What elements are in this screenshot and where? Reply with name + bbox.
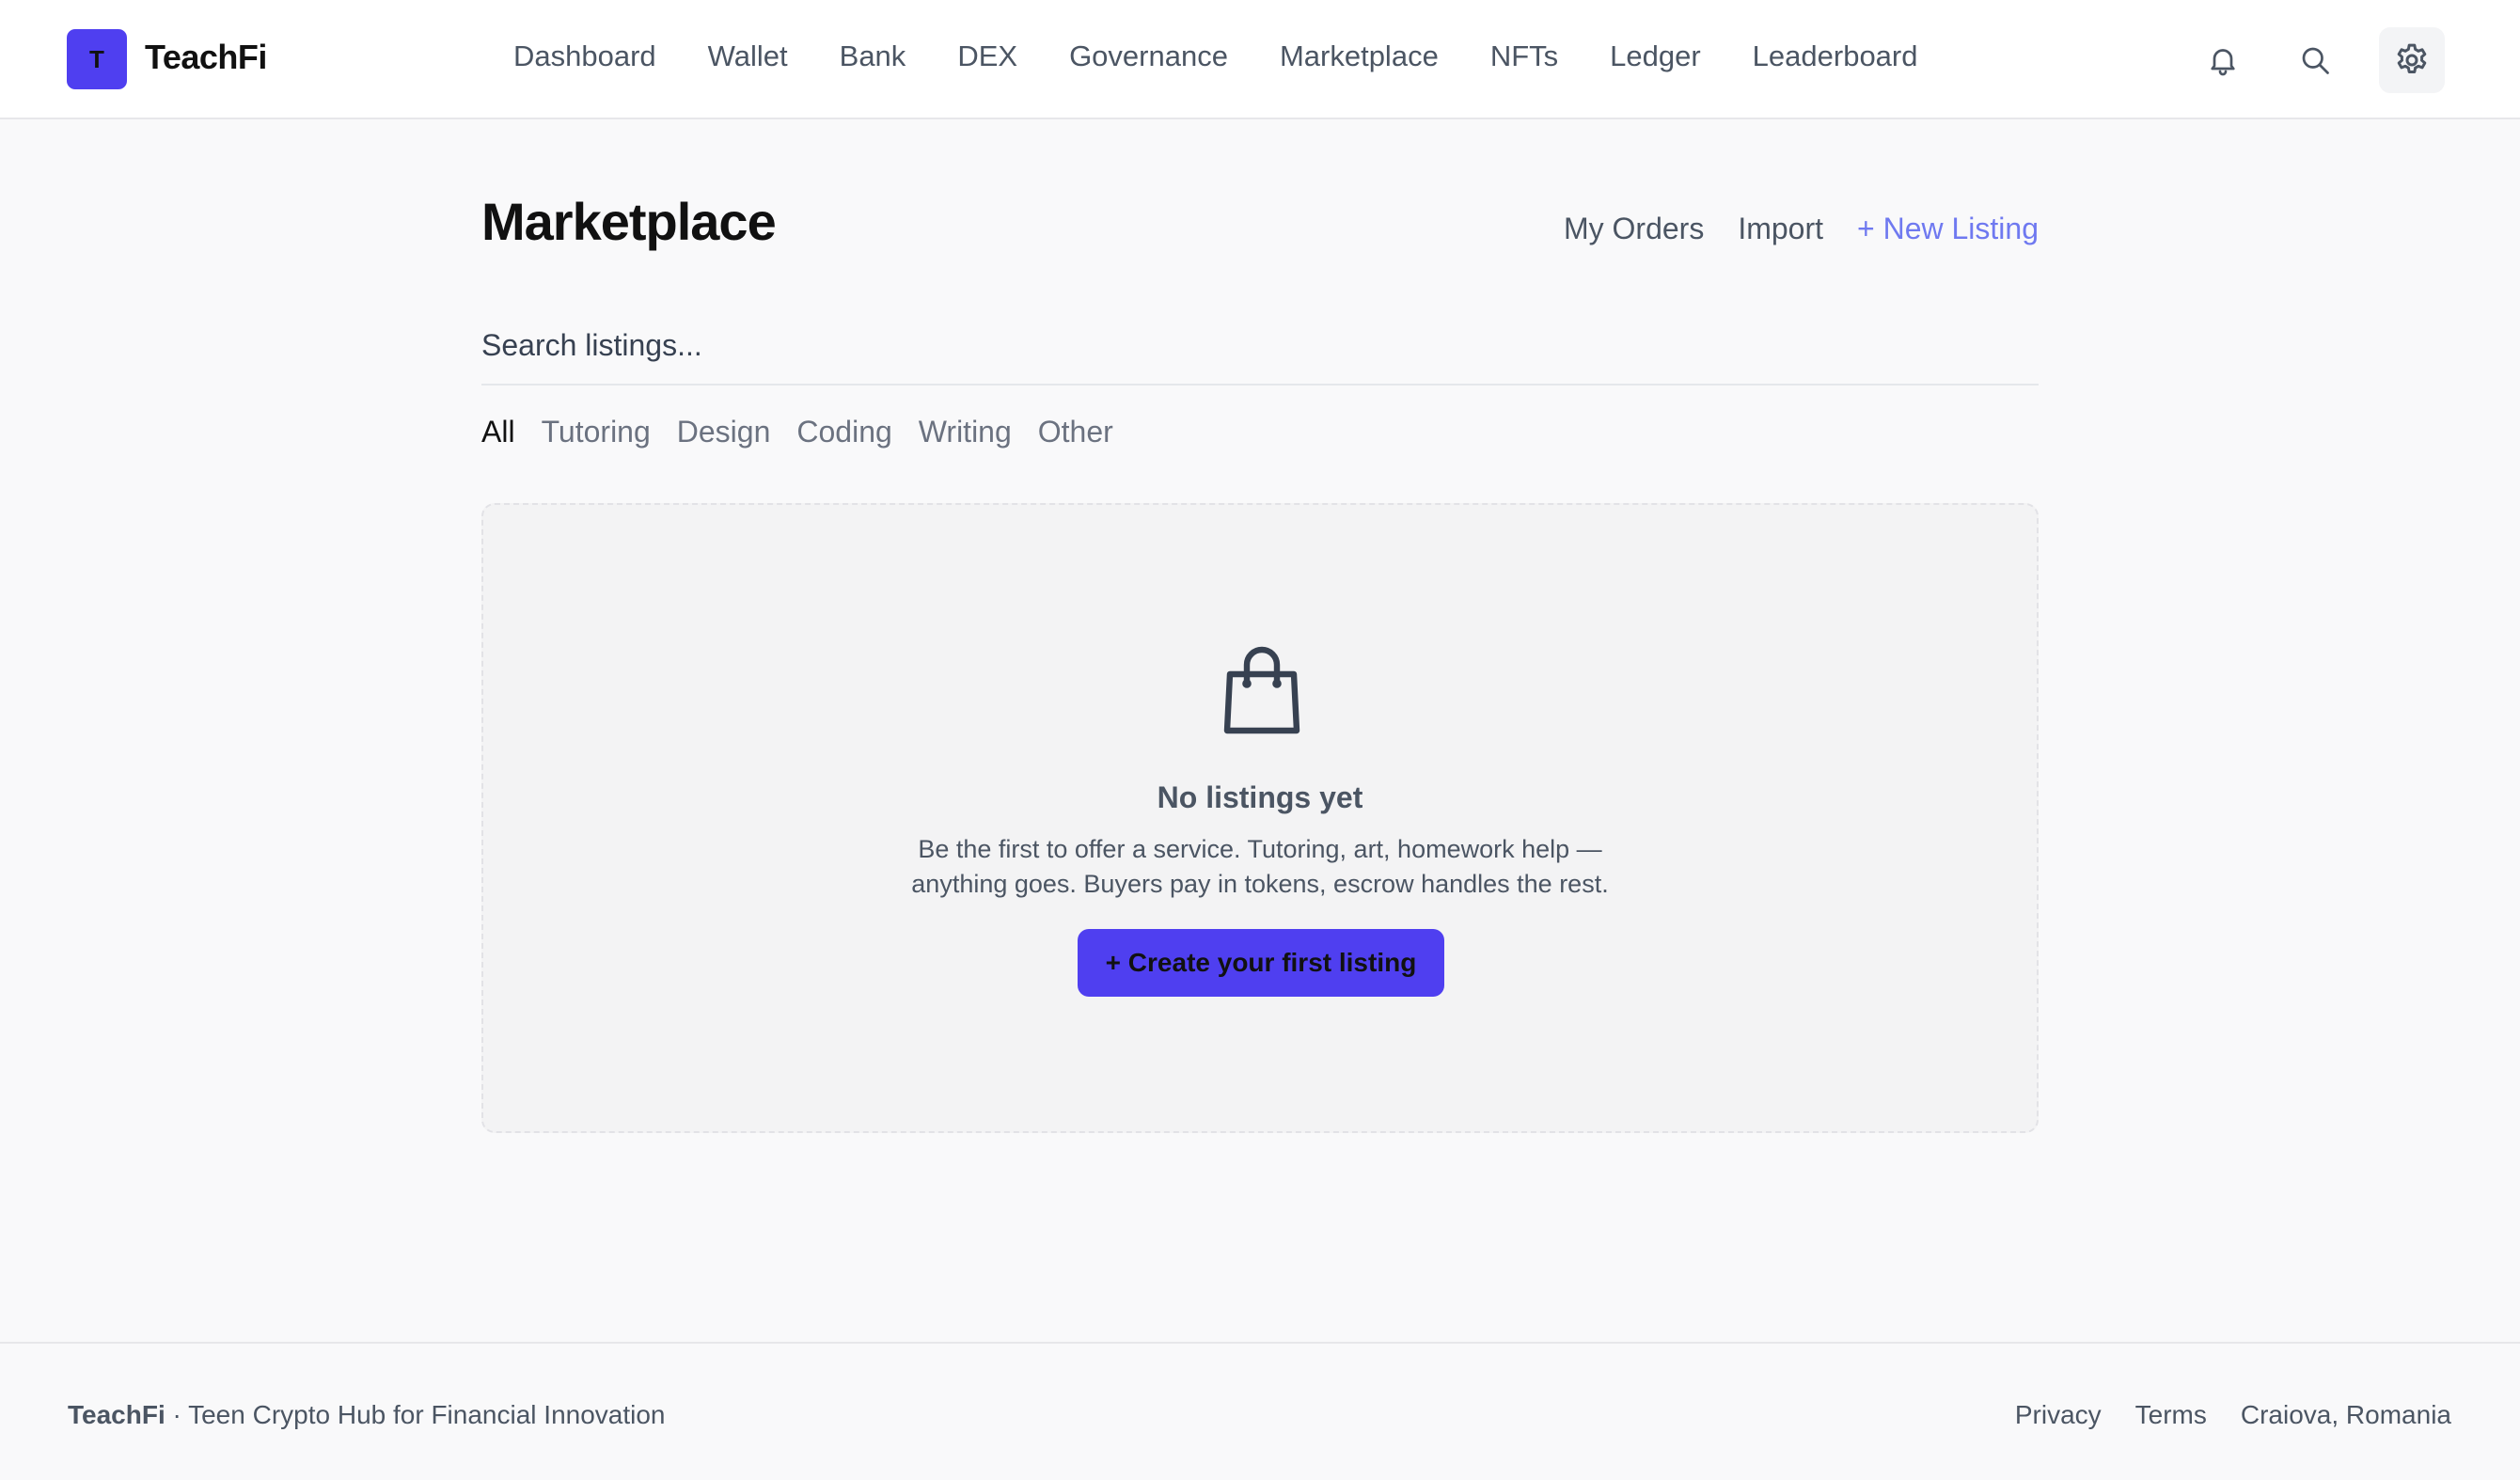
footer-tagline-text: · Teen Crypto Hub for Financial Innovati… (165, 1400, 666, 1429)
nav-governance[interactable]: Governance (1069, 39, 1228, 81)
privacy-link[interactable]: Privacy (2015, 1400, 2102, 1430)
search-bar (481, 320, 2039, 386)
nav-nfts[interactable]: NFTs (1490, 39, 1558, 81)
gear-icon (2397, 43, 2427, 73)
empty-state-description: Be the first to offer a service. Tutorin… (483, 832, 2037, 902)
logo-letter: T (89, 44, 104, 73)
footer-location: Craiova, Romania (2240, 1400, 2451, 1429)
new-listing-link[interactable]: + New Listing (1857, 212, 2039, 246)
main-nav: Dashboard Wallet Bank DEX Governance Mar… (513, 39, 1970, 81)
footer-links: Privacy Terms Craiova, Romania (2015, 1400, 2451, 1430)
shopping-bag-icon (1223, 646, 1300, 734)
page-actions: My Orders Import + New Listing (1564, 212, 2039, 246)
bell-icon (2211, 49, 2235, 76)
settings-button[interactable] (2379, 27, 2445, 93)
search-input[interactable] (481, 320, 2039, 370)
nav-marketplace[interactable]: Marketplace (1280, 39, 1439, 81)
top-navbar: T TeachFi Dashboard Wallet Bank DEX Gove… (0, 0, 2520, 119)
page-title: Marketplace (481, 192, 777, 251)
filter-tutoring[interactable]: Tutoring (542, 415, 651, 449)
empty-state-card: No listings yet Be the first to offer a … (481, 503, 2039, 1133)
nav-ledger[interactable]: Ledger (1610, 39, 1701, 81)
empty-state-description-line: Be the first to offer a service. Tutorin… (918, 835, 1602, 863)
footer-brand: TeachFi (68, 1400, 165, 1429)
filter-all[interactable]: All (481, 415, 515, 449)
search-icon (2302, 47, 2329, 74)
nav-dex[interactable]: DEX (957, 39, 1017, 81)
category-filters: All Tutoring Design Coding Writing Other (481, 415, 1113, 449)
filter-other[interactable]: Other (1038, 415, 1113, 449)
create-first-listing-button[interactable]: + Create your first listing (1078, 929, 1444, 997)
notifications-button[interactable] (2190, 27, 2256, 93)
import-link[interactable]: Import (1738, 212, 1823, 246)
logo-badge[interactable]: T (67, 29, 127, 89)
filter-writing[interactable]: Writing (919, 415, 1012, 449)
footer: TeachFi · Teen Crypto Hub for Financial … (0, 1342, 2520, 1480)
filter-design[interactable]: Design (677, 415, 771, 449)
terms-link[interactable]: Terms (2135, 1400, 2207, 1430)
filter-coding[interactable]: Coding (796, 415, 891, 449)
nav-dashboard[interactable]: Dashboard (513, 39, 656, 81)
brand-name[interactable]: TeachFi (145, 38, 267, 77)
my-orders-link[interactable]: My Orders (1564, 212, 1704, 246)
footer-tagline: TeachFi · Teen Crypto Hub for Financial … (68, 1400, 666, 1430)
nav-leaderboard[interactable]: Leaderboard (1753, 39, 1918, 81)
empty-state-title: No listings yet (1157, 780, 1363, 814)
empty-state-description-line: anything goes. Buyers pay in tokens, esc… (911, 870, 1609, 898)
search-button[interactable] (2282, 27, 2348, 93)
nav-wallet[interactable]: Wallet (708, 39, 788, 81)
nav-bank[interactable]: Bank (840, 39, 906, 81)
